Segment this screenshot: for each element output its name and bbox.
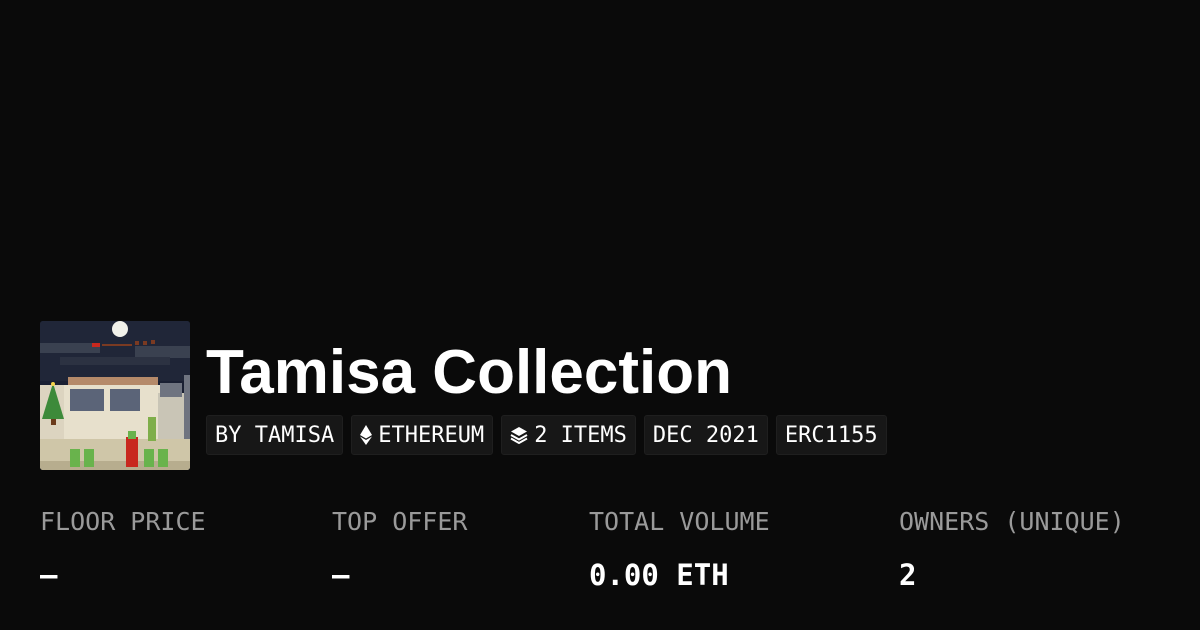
- floor-price-stat: FLOOR PRICE –: [40, 505, 206, 595]
- collection-image: [40, 321, 190, 470]
- owners-stat: OWNERS (UNIQUE) 2: [899, 505, 1125, 595]
- floor-price-value: –: [40, 558, 58, 592]
- top-offer-label: TOP OFFER: [332, 507, 468, 536]
- items-tag-label: 2 ITEMS: [534, 422, 627, 448]
- chain-tag: ETHEREUM: [351, 415, 494, 455]
- floor-price-label: FLOOR PRICE: [40, 507, 206, 536]
- total-volume-label: TOTAL VOLUME: [589, 507, 770, 536]
- top-offer-stat: TOP OFFER –: [332, 505, 467, 595]
- top-offer-value: –: [332, 558, 350, 592]
- date-tag: DEC 2021: [643, 415, 768, 455]
- social-card: Tamisa Collection BY TAMISA ETHEREUM 2 I…: [0, 0, 1200, 630]
- creator-tag[interactable]: BY TAMISA: [206, 415, 344, 455]
- total-volume-value: 0.00 ETH: [589, 558, 729, 592]
- ethereum-icon: [360, 425, 373, 445]
- total-volume-stat: TOTAL VOLUME 0.00 ETH: [589, 505, 770, 595]
- chain-tag-label: ETHEREUM: [378, 422, 485, 448]
- standard-tag-label: ERC1155: [784, 422, 878, 448]
- collection-title: Tamisa Collection: [206, 338, 732, 407]
- items-tag: 2 ITEMS: [501, 415, 636, 455]
- collection-tags: BY TAMISA ETHEREUM 2 ITEMS DEC 2021 ERC1…: [206, 415, 887, 455]
- date-tag-label: DEC 2021: [652, 422, 759, 448]
- layers-icon: [510, 426, 528, 444]
- owners-label: OWNERS (UNIQUE): [899, 507, 1125, 536]
- standard-tag: ERC1155: [775, 415, 887, 455]
- owners-value: 2: [899, 558, 917, 592]
- creator-tag-label: BY TAMISA: [215, 422, 335, 448]
